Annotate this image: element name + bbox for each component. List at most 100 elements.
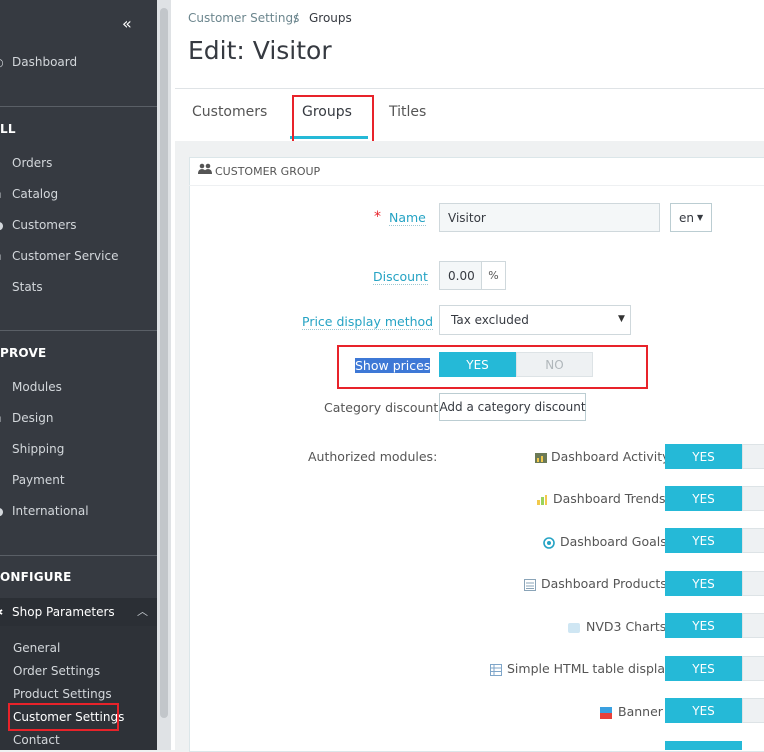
sidebar-item-catalog[interactable]: ▪Catalog xyxy=(0,184,58,204)
divider xyxy=(0,106,157,107)
add-category-discount-button[interactable]: Add a category discount xyxy=(439,393,586,421)
tab-customers[interactable]: Customers xyxy=(192,104,267,120)
price-display-select[interactable]: Tax excluded xyxy=(439,305,631,335)
switch-no[interactable] xyxy=(742,486,764,511)
switch-yes[interactable]: YES xyxy=(665,613,742,638)
authorized-modules-label: Authorized modules: xyxy=(308,449,438,464)
nvd3-charts-icon xyxy=(568,623,580,633)
switch-yes[interactable]: YES xyxy=(665,486,742,511)
dashboard-goals-icon xyxy=(543,537,555,549)
language-select[interactable]: en ▼ xyxy=(670,203,712,232)
tab-titles[interactable]: Titles xyxy=(389,104,426,120)
dashboard-icon: ◴ xyxy=(0,56,7,69)
collapse-sidebar-icon[interactable]: « xyxy=(122,14,132,33)
module-label: Dashboard Goals xyxy=(560,534,667,549)
module-label: Dashboard Trends xyxy=(553,491,666,506)
switch-yes[interactable]: YES xyxy=(665,698,742,723)
sidebar-subitem-general[interactable]: General xyxy=(13,641,60,655)
sidebar-item-international[interactable]: ●International xyxy=(0,501,89,521)
switch-no[interactable] xyxy=(742,613,764,638)
sidebar-item-shop-parameters[interactable]: ✱ Shop Parameters xyxy=(0,602,115,622)
divider xyxy=(0,330,157,331)
design-icon: ▪ xyxy=(0,412,7,425)
sidebar-item-design[interactable]: ▪Design xyxy=(0,408,53,428)
switch-no[interactable] xyxy=(742,571,764,596)
module-switch[interactable]: YES xyxy=(665,444,764,469)
sidebar-item-payment[interactable]: ▮Payment xyxy=(0,470,65,490)
percent-addon: % xyxy=(481,261,506,290)
module-switch[interactable]: YES xyxy=(665,656,764,681)
globe-icon: ● xyxy=(0,505,7,518)
sidebar-item-modules[interactable]: ▸Modules xyxy=(0,377,62,397)
language-value: en xyxy=(679,210,694,225)
module-label: Dashboard Products xyxy=(541,576,667,591)
switch-no[interactable] xyxy=(742,698,764,723)
module-label: NVD3 Charts xyxy=(586,619,667,634)
section-title-configure: ONFIGURE xyxy=(0,570,72,584)
switch-no[interactable]: NO xyxy=(516,352,593,377)
sidebar-subitem-customer-settings[interactable]: Customer Settings xyxy=(13,710,124,724)
customers-icon: ● xyxy=(0,219,7,232)
show-prices-switch[interactable]: YES NO xyxy=(439,352,593,377)
switch-no[interactable] xyxy=(742,528,764,553)
scrollbar-thumb[interactable] xyxy=(160,8,168,718)
switch-no[interactable] xyxy=(742,444,764,469)
customer-service-icon: ▪ xyxy=(0,250,7,263)
active-tab-indicator xyxy=(290,136,368,139)
switch-no[interactable] xyxy=(742,656,764,681)
section-title-improve: PROVE xyxy=(0,346,47,360)
switch-yes[interactable]: YES xyxy=(665,444,742,469)
sidebar-item-orders[interactable]: ▾Orders xyxy=(0,153,52,173)
sidebar: « ◴ Dashboard LL ▾Orders ▪Catalog ●Custo… xyxy=(0,0,157,750)
discount-field[interactable]: 0.00 xyxy=(439,261,482,290)
show-prices-label: Show prices xyxy=(355,358,431,373)
sidebar-item-dashboard[interactable]: ◴ Dashboard xyxy=(0,52,77,72)
sidebar-item-shipping[interactable]: ▸Shipping xyxy=(0,439,64,459)
stats-icon: ▮ xyxy=(0,281,7,294)
module-label: Banner xyxy=(618,704,663,719)
banner-icon xyxy=(600,707,612,719)
tab-groups[interactable]: Groups xyxy=(302,104,352,120)
switch-yes[interactable]: YES xyxy=(665,656,742,681)
price-display-label: Price display method xyxy=(302,314,434,330)
dashboard-products-icon xyxy=(524,579,536,591)
breadcrumb-parent[interactable]: Customer Settings xyxy=(188,11,299,25)
name-field[interactable]: Visitor xyxy=(439,203,660,232)
module-label: Simple HTML table display xyxy=(507,661,673,676)
caret-down-icon: ▼ xyxy=(697,213,704,222)
sidebar-subitem-contact[interactable]: Contact xyxy=(13,733,60,747)
switch-yes[interactable]: YES xyxy=(665,571,742,596)
module-switch[interactable]: YES xyxy=(665,486,764,511)
dashboard-activity-icon xyxy=(535,453,547,463)
page-title: Edit: Visitor xyxy=(188,36,332,65)
breadcrumb-separator: / xyxy=(294,11,299,25)
settings-icon: ✱ xyxy=(0,606,7,619)
sidebar-item-customer-service[interactable]: ▪Customer Service xyxy=(0,246,118,266)
divider xyxy=(0,555,157,556)
panel-title: CUSTOMER GROUP xyxy=(215,165,321,178)
sidebar-subitem-order-settings[interactable]: Order Settings xyxy=(13,664,100,678)
sidebar-item-customers[interactable]: ●Customers xyxy=(0,215,77,235)
users-icon xyxy=(198,163,212,174)
module-switch[interactable]: YES xyxy=(665,613,764,638)
sidebar-item-stats[interactable]: ▮Stats xyxy=(0,277,43,297)
shipping-icon: ▸ xyxy=(0,443,7,456)
category-discount-label: Category discount xyxy=(324,400,439,415)
module-switch[interactable]: YES xyxy=(665,571,764,596)
required-marker: * xyxy=(374,209,381,225)
orders-icon: ▾ xyxy=(0,157,7,170)
section-title-sell: LL xyxy=(0,122,16,136)
module-label: Dashboard Activity xyxy=(551,449,670,464)
breadcrumb-current: Groups xyxy=(309,11,352,25)
sidebar-subitem-product-settings[interactable]: Product Settings xyxy=(13,687,112,701)
module-switch-partial[interactable] xyxy=(665,741,742,750)
module-switch[interactable]: YES xyxy=(665,528,764,553)
module-switch[interactable]: YES xyxy=(665,698,764,723)
discount-label: Discount xyxy=(373,269,428,285)
switch-yes[interactable]: YES xyxy=(665,528,742,553)
chevron-up-icon[interactable]: ︿ xyxy=(137,603,148,619)
dashboard-trends-icon xyxy=(537,495,547,505)
switch-yes[interactable]: YES xyxy=(439,352,516,377)
payment-icon: ▮ xyxy=(0,474,7,487)
name-label: Name xyxy=(389,210,426,226)
